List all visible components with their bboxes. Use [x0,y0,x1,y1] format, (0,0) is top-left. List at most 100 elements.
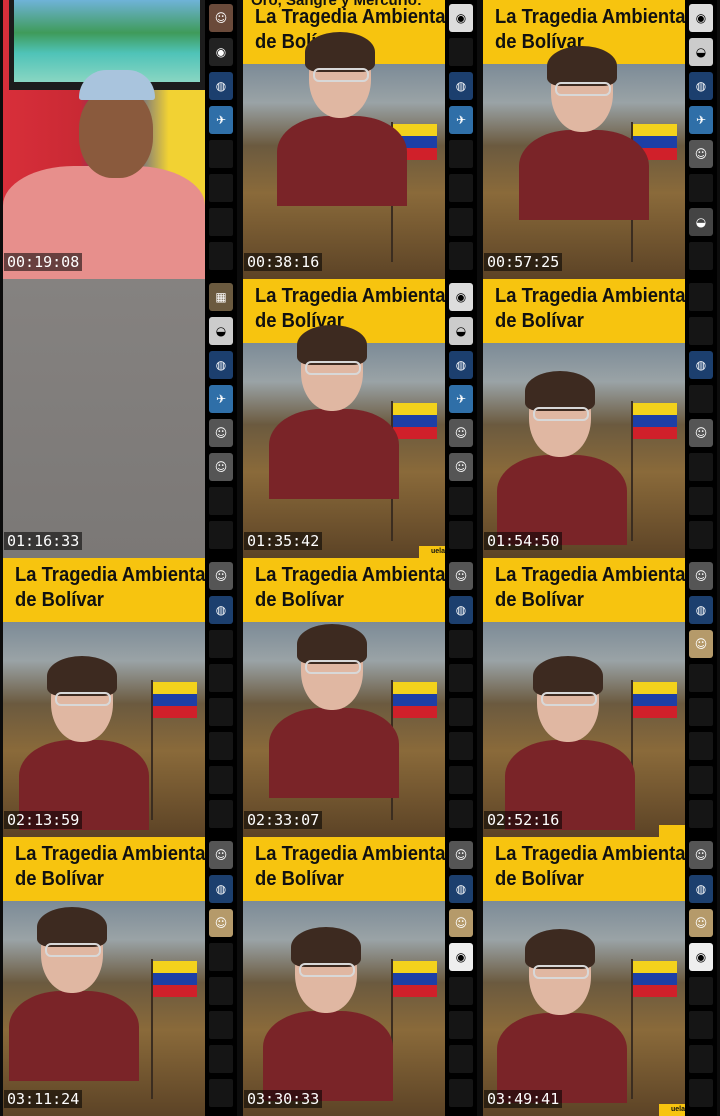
banner-title-line2: de Bolívar [255,589,344,611]
scene-thumb-icon[interactable]: ▦ [209,283,233,311]
venezuela-flag [393,403,437,439]
speaker [519,46,649,220]
helmet-icon[interactable]: ◒ [689,38,713,66]
globe-icon[interactable]: ◍ [209,875,233,903]
speaker [497,371,627,545]
helmet-icon[interactable]: ◒ [209,317,233,345]
banner-title-line1: La Tragedia Ambiental [255,285,445,307]
title-banner: La Tragedia Ambiental de Bolívar [483,279,685,343]
avatar-icon[interactable]: ☺ [689,909,713,937]
banner-title-line2: de Bolívar [495,868,584,890]
timestamp: 01:16:33 [4,532,83,550]
avatar-icon[interactable]: ☺ [689,630,713,658]
filmstrip: ◉ ◍ ✈ [445,0,477,279]
banner-title-line2: de Bolívar [15,868,104,890]
eye-icon[interactable]: ◉ [689,4,713,32]
thumbnail-4[interactable]: 01:16:33 ▦ ◒ ◍ ✈ ☺ ☺ [0,279,240,558]
globe-icon[interactable]: ◍ [449,351,473,379]
avatar-icon[interactable]: ☺ [209,4,233,32]
filmstrip: ◉ ◒ ◍ ✈ ☺ ◒ [685,0,717,279]
blank-frame [3,279,205,558]
avatar-icon[interactable]: ☺ [689,841,713,869]
globe-icon[interactable]: ◍ [209,596,233,624]
avatar-icon[interactable]: ☺ [449,419,473,447]
thumbnail-8[interactable]: La Tragedia Ambiental de Bolívar 02:33:0… [240,558,480,837]
video-frame-poster: La Tragedia Ambiental de Bolívar 02:33:0… [243,558,445,837]
banner-title-line1: La Tragedia Ambiental [495,564,685,586]
banner-title-line2: de Bolívar [495,589,584,611]
globe-icon[interactable]: ◍ [209,351,233,379]
filmstrip: ☺ ◍ ☺ ◉ [685,837,717,1116]
thumbnail-3[interactable]: La Tragedia Ambiental de Bolívar 00:57:2… [480,0,720,279]
thumbnail-11[interactable]: La Tragedia Ambiental de Bolívar 03:30:3… [240,837,480,1116]
speaker [269,325,399,499]
video-frame-poster: La Tragedia Ambiental de Bolívar 03:11:2… [3,837,205,1116]
avatar-icon[interactable]: ☺ [689,140,713,168]
venezuela-flag [153,961,197,997]
avatar-icon[interactable]: ☺ [209,909,233,937]
speaker [497,929,627,1103]
avatar-icon[interactable]: ☺ [449,562,473,590]
globe-icon[interactable]: ◍ [209,72,233,100]
eye-icon[interactable]: ◉ [449,283,473,311]
video-frame-poster: La Tragedia Ambiental de Bolívar uela 01… [243,279,445,558]
globe-icon[interactable]: ◍ [689,72,713,100]
globe-icon[interactable]: ◍ [449,72,473,100]
eye-icon[interactable]: ◉ [689,943,713,971]
video-contact-sheet: 00:19:08 ☺ ◉ ◍ ✈ Oro, Sangre y Mercurio:… [0,0,720,1116]
bird-icon[interactable]: ✈ [449,385,473,413]
filmstrip: ☺ ◍ ☺ [685,558,717,837]
filmstrip: ☺ ◍ [205,558,237,837]
filmstrip: ◍ ☺ [685,279,717,558]
globe-icon[interactable]: ◍ [689,351,713,379]
avatar-icon[interactable]: ☺ [449,841,473,869]
bird-icon[interactable]: ✈ [449,106,473,134]
banner-title-line1: La Tragedia Ambiental [15,564,205,586]
video-frame-poster: La Tragedia Ambiental de Bolívar 02:13:5… [3,558,205,837]
thumbnail-5[interactable]: La Tragedia Ambiental de Bolívar uela 01… [240,279,480,558]
thumbnail-7[interactable]: La Tragedia Ambiental de Bolívar 02:13:5… [0,558,240,837]
helmet-icon[interactable]: ◒ [449,317,473,345]
globe-icon[interactable]: ◍ [689,596,713,624]
bird-icon[interactable]: ✈ [209,385,233,413]
thumbnail-6[interactable]: La Tragedia Ambiental de Bolívar 01:54:5… [480,279,720,558]
timestamp: 02:52:16 [484,811,563,829]
banner-title-line1: La Tragedia Ambiental [255,843,445,865]
globe-icon[interactable]: ◍ [449,596,473,624]
venezuela-flag [393,682,437,718]
helmet-icon[interactable]: ◒ [689,208,713,236]
globe-icon[interactable]: ◍ [689,875,713,903]
banner-title-line1: La Tragedia Ambiental [255,6,445,28]
eye-icon[interactable]: ◉ [449,943,473,971]
globe-icon[interactable]: ◍ [449,875,473,903]
thumbnail-2[interactable]: Oro, Sangre y Mercurio: La Tragedia Ambi… [240,0,480,279]
avatar-icon[interactable]: ☺ [449,909,473,937]
bird-icon[interactable]: ✈ [209,106,233,134]
title-banner: La Tragedia Ambiental de Bolívar [3,837,205,901]
thumbnail-10[interactable]: La Tragedia Ambiental de Bolívar 03:11:2… [0,837,240,1116]
avatar-icon[interactable]: ☺ [449,453,473,481]
avatar-icon[interactable]: ☺ [689,419,713,447]
globe-icon[interactable]: ◉ [209,38,233,66]
avatar-icon[interactable]: ☺ [209,419,233,447]
eye-icon[interactable]: ◉ [449,4,473,32]
title-banner: La Tragedia Ambiental de Bolívar [243,837,445,901]
thumbnail-12[interactable]: La Tragedia Ambiental de Bolívar uela 03… [480,837,720,1116]
title-banner: La Tragedia Ambiental de Bolívar [483,558,685,622]
venezuela-flag [633,961,677,997]
thumbnail-1[interactable]: 00:19:08 ☺ ◉ ◍ ✈ [0,0,240,279]
avatar-icon[interactable]: ☺ [209,841,233,869]
venezuela-flag [393,961,437,997]
speaker [263,927,393,1101]
venezuela-flag [633,682,677,718]
bird-icon[interactable]: ✈ [689,106,713,134]
video-frame-poster: La Tragedia Ambiental de Bolívar 01:54:5… [483,279,685,558]
avatar-icon[interactable]: ☺ [209,562,233,590]
speaker [19,656,149,830]
venezuela-flag [633,403,677,439]
avatar-icon[interactable]: ☺ [689,562,713,590]
avatar-icon[interactable]: ☺ [209,453,233,481]
timestamp: 03:49:41 [484,1090,563,1108]
video-frame-poster: La Tragedia Ambiental de Bolívar 02:52:1… [483,558,685,837]
thumbnail-9[interactable]: La Tragedia Ambiental de Bolívar 02:52:1… [480,558,720,837]
